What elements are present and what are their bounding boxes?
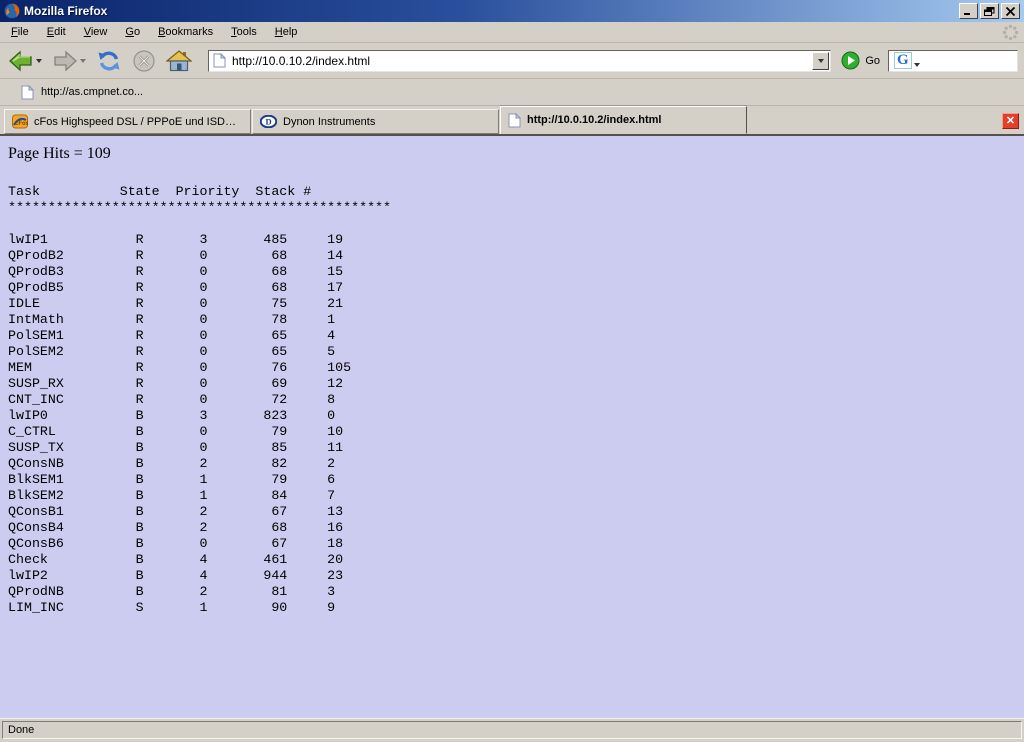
go-icon bbox=[841, 51, 860, 70]
page-content: Page Hits = 109 Task State Priority Stac… bbox=[0, 136, 1024, 718]
table-row: QConsB1 B 2 67 13 bbox=[8, 504, 1024, 520]
table-row: Check B 4 461 20 bbox=[8, 552, 1024, 568]
page-icon bbox=[508, 113, 521, 128]
back-icon bbox=[8, 49, 34, 73]
forward-icon bbox=[52, 49, 78, 73]
page-icon bbox=[21, 85, 34, 100]
table-row: IDLE R 0 75 21 bbox=[8, 296, 1024, 312]
reload-icon bbox=[96, 49, 122, 73]
minimize-button[interactable] bbox=[959, 3, 978, 19]
table-row: PolSEM2 R 0 65 5 bbox=[8, 344, 1024, 360]
table-row: PolSEM1 R 0 65 4 bbox=[8, 328, 1024, 344]
svg-text:cFos: cFos bbox=[15, 121, 28, 127]
cfos-favicon-icon: cFos bbox=[12, 114, 28, 129]
home-icon bbox=[166, 49, 192, 73]
search-input[interactable]: G bbox=[888, 50, 1018, 72]
table-row: QConsB6 B 0 67 18 bbox=[8, 536, 1024, 552]
menu-help[interactable]: Help bbox=[266, 23, 307, 41]
menu-file[interactable]: File bbox=[2, 23, 38, 41]
forward-dropdown-caret[interactable] bbox=[80, 59, 86, 63]
table-blank-row bbox=[8, 216, 1024, 232]
table-separator-row: ****************************************… bbox=[8, 200, 1024, 216]
throbber-icon bbox=[1002, 24, 1019, 41]
tab-label: cFos Highspeed DSL / PPPoE und ISDN CAP.… bbox=[34, 116, 243, 128]
stop-icon bbox=[132, 49, 156, 73]
table-row: CNT_INC R 0 72 8 bbox=[8, 392, 1024, 408]
page-hits-text: Page Hits = 109 bbox=[8, 145, 1024, 163]
table-row: lwIP0 B 3 823 0 bbox=[8, 408, 1024, 424]
table-row: QConsB4 B 2 68 16 bbox=[8, 520, 1024, 536]
navigation-toolbar: http://10.0.10.2/index.html Go G bbox=[0, 43, 1024, 79]
table-row: LIM_INC S 1 90 9 bbox=[8, 600, 1024, 616]
menu-bar: File Edit View Go Bookmarks Tools Help bbox=[0, 22, 1024, 43]
status-text: Done bbox=[2, 721, 1022, 739]
google-icon: G bbox=[894, 52, 912, 69]
url-bar[interactable]: http://10.0.10.2/index.html bbox=[208, 50, 831, 72]
table-row: QProdB5 R 0 68 17 bbox=[8, 280, 1024, 296]
firefox-logo-icon bbox=[4, 3, 20, 19]
forward-button[interactable] bbox=[50, 47, 88, 75]
tab-bar: cFos cFos Highspeed DSL / PPPoE und ISDN… bbox=[0, 106, 1024, 136]
menu-go[interactable]: Go bbox=[116, 23, 149, 41]
go-label: Go bbox=[865, 55, 880, 67]
dynon-favicon-icon: D bbox=[260, 115, 277, 128]
menu-edit[interactable]: Edit bbox=[38, 23, 75, 41]
restore-button[interactable] bbox=[980, 3, 999, 19]
go-button[interactable]: Go bbox=[841, 51, 880, 70]
table-row: C_CTRL B 0 79 10 bbox=[8, 424, 1024, 440]
home-button[interactable] bbox=[164, 47, 194, 75]
table-row: lwIP2 B 4 944 23 bbox=[8, 568, 1024, 584]
bookmark-item[interactable]: http://as.cmpnet.co... bbox=[10, 83, 147, 102]
tab-dynon[interactable]: D Dynon Instruments bbox=[252, 109, 499, 134]
tab-index-html-active[interactable]: http://10.0.10.2/index.html bbox=[500, 106, 747, 134]
url-dropdown-button[interactable] bbox=[812, 52, 829, 70]
menu-view[interactable]: View bbox=[75, 23, 117, 41]
url-input[interactable]: http://10.0.10.2/index.html bbox=[232, 54, 812, 68]
table-row: BlkSEM2 B 1 84 7 bbox=[8, 488, 1024, 504]
table-row: lwIP1 R 3 485 19 bbox=[8, 232, 1024, 248]
back-button[interactable] bbox=[6, 47, 44, 75]
table-row: QProdNB B 2 81 3 bbox=[8, 584, 1024, 600]
table-row: QConsNB B 2 82 2 bbox=[8, 456, 1024, 472]
table-row: SUSP_RX R 0 69 12 bbox=[8, 376, 1024, 392]
table-row: QProdB2 R 0 68 14 bbox=[8, 248, 1024, 264]
bookmarks-toolbar: http://as.cmpnet.co... bbox=[0, 79, 1024, 106]
status-bar: Done bbox=[0, 718, 1024, 742]
table-row: BlkSEM1 B 1 79 6 bbox=[8, 472, 1024, 488]
svg-text:D: D bbox=[266, 117, 272, 127]
table-row: IntMath R 0 78 1 bbox=[8, 312, 1024, 328]
stop-button[interactable] bbox=[130, 47, 158, 75]
search-engine-caret[interactable] bbox=[914, 63, 920, 67]
reload-button[interactable] bbox=[94, 47, 124, 75]
tab-label: http://10.0.10.2/index.html bbox=[527, 114, 661, 126]
table-row: SUSP_TX B 0 85 11 bbox=[8, 440, 1024, 456]
task-table: Task State Priority Stack #*************… bbox=[8, 184, 1024, 616]
window-title: Mozilla Firefox bbox=[24, 4, 957, 18]
close-button[interactable] bbox=[1001, 3, 1020, 19]
table-row: MEM R 0 76 105 bbox=[8, 360, 1024, 376]
back-dropdown-caret[interactable] bbox=[36, 59, 42, 63]
bookmark-label: http://as.cmpnet.co... bbox=[41, 86, 143, 98]
menu-tools[interactable]: Tools bbox=[222, 23, 266, 41]
table-header-row: Task State Priority Stack # bbox=[8, 184, 1024, 200]
menu-bookmarks[interactable]: Bookmarks bbox=[149, 23, 222, 41]
tab-label: Dynon Instruments bbox=[283, 116, 375, 128]
close-tab-button[interactable]: ✕ bbox=[1002, 113, 1019, 129]
title-bar: Mozilla Firefox bbox=[0, 0, 1024, 22]
page-icon bbox=[213, 53, 226, 68]
table-row: QProdB3 R 0 68 15 bbox=[8, 264, 1024, 280]
tab-cfos[interactable]: cFos cFos Highspeed DSL / PPPoE und ISDN… bbox=[4, 109, 251, 134]
